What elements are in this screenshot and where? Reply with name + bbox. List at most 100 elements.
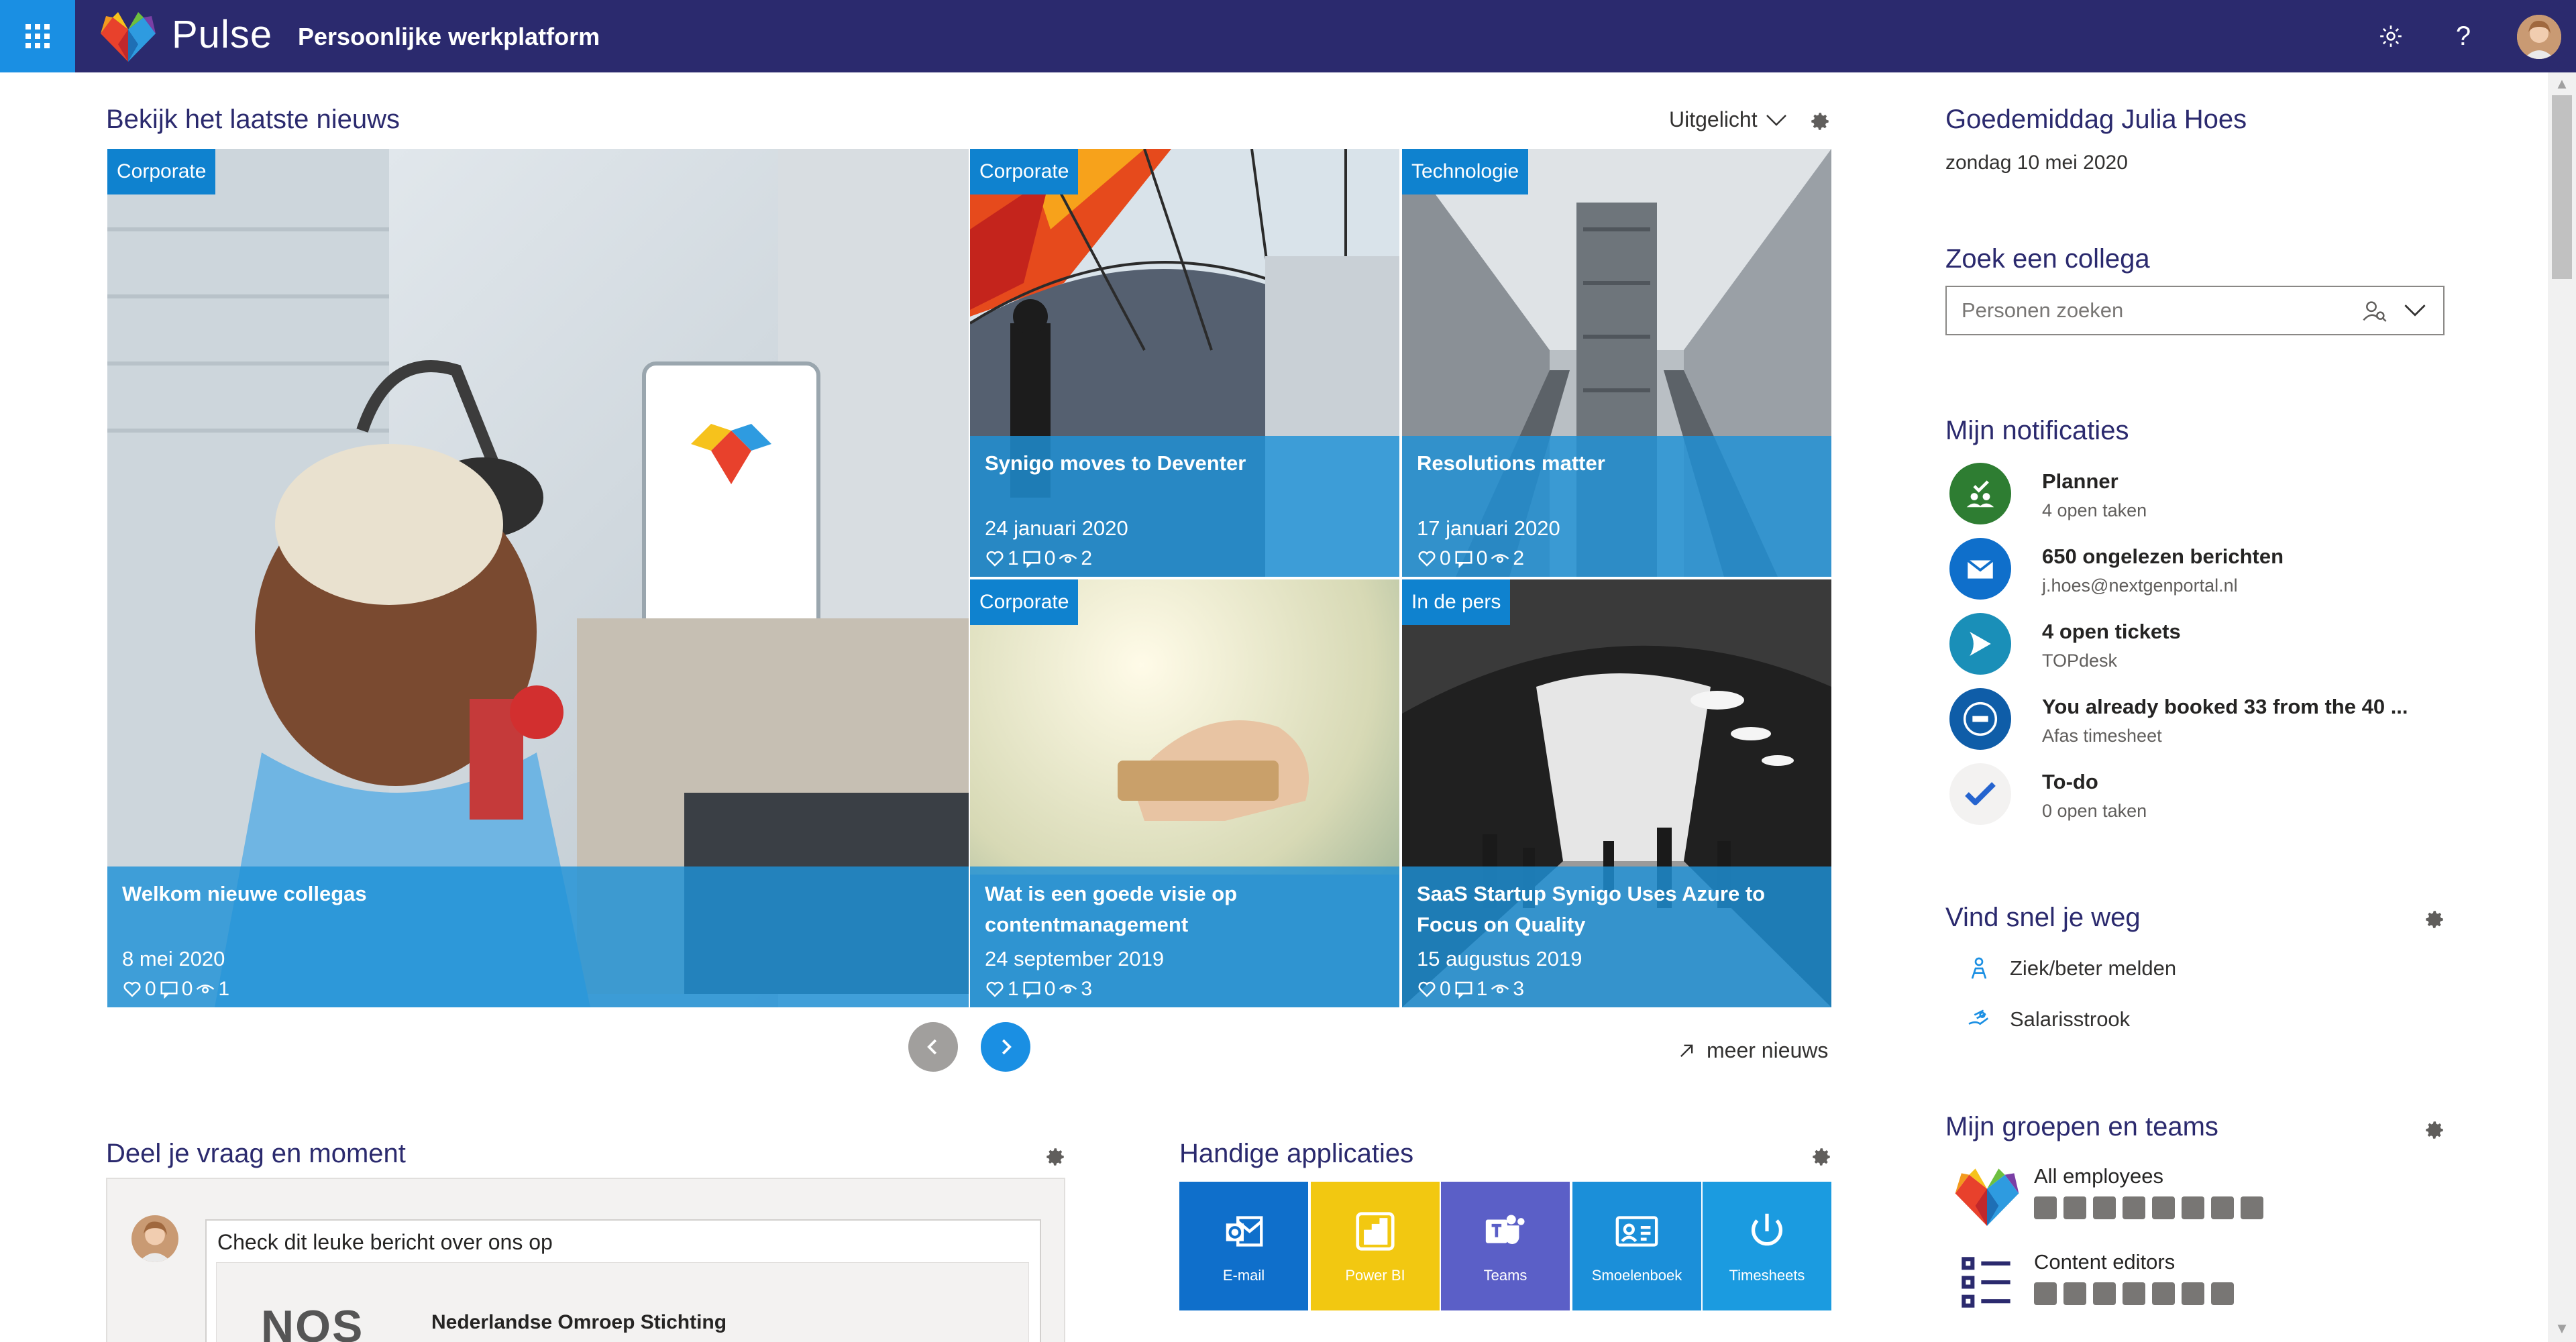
chevron-down-icon[interactable] — [2403, 300, 2427, 321]
help-button[interactable]: ? — [2446, 19, 2481, 54]
news-date: 15 augustus 2019 — [1417, 947, 1582, 970]
brand-name: Pulse — [172, 13, 273, 56]
settings-button[interactable] — [2373, 19, 2408, 54]
share-settings-gear-icon[interactable] — [1044, 1145, 1067, 1168]
pulse-heart-icon — [1955, 1168, 2019, 1226]
arrow-up-right-icon — [1680, 1044, 1693, 1057]
news-tile[interactable]: In de pers SaaS Startup Synigo Uses Azur… — [1402, 579, 1831, 1007]
comment-icon — [1455, 981, 1472, 999]
apps-settings-gear-icon[interactable] — [1810, 1145, 1833, 1168]
apps-heading: Handige applicaties — [1179, 1139, 1414, 1168]
eye-icon — [1059, 985, 1077, 994]
heart-icon — [1418, 981, 1436, 997]
chevron-down-icon — [1766, 114, 1786, 126]
waffle-icon — [25, 24, 50, 48]
news-tile[interactable]: Technologie Resolutions matter 17 januar… — [1402, 149, 1831, 577]
chevron-right-icon — [1002, 1039, 1012, 1055]
chat-icon[interactable] — [2063, 1282, 2086, 1305]
notification-todo[interactable]: To-do 0 open taken — [1949, 763, 2446, 837]
pulse-logo-icon[interactable] — [98, 9, 158, 63]
top-bar: Pulse Persoonlijke werkplatform ? — [0, 0, 2576, 72]
comments-count: 0 — [1044, 547, 1056, 569]
news-title[interactable]: Wat is een goede visie op contentmanagem… — [985, 879, 1385, 940]
members-icon[interactable] — [2123, 1282, 2145, 1305]
news-stats: 0 1 3 — [1417, 978, 1524, 1001]
news-title[interactable]: SaaS Startup Synigo Uses Azure to Focus … — [1417, 879, 1817, 940]
news-tile[interactable]: Corporate Wat is een goede visie op cont… — [970, 579, 1399, 1007]
group-all-employees[interactable]: All employees — [1952, 1162, 2449, 1242]
scroll-up-arrow-icon[interactable]: ▲ — [2553, 75, 2571, 93]
user-avatar[interactable] — [2517, 15, 2561, 59]
comments-count: 1 — [1476, 978, 1488, 1000]
app-tile-timesheets[interactable]: Timesheets — [1703, 1182, 1831, 1310]
app-launcher-button[interactable] — [0, 0, 75, 72]
afas-icon — [1949, 688, 2011, 750]
share-post[interactable]: Check dit leuke bericht over ons op NOS … — [205, 1219, 1041, 1342]
news-date: 8 mei 2020 — [122, 947, 225, 970]
quicklink-payslip[interactable]: Salarisstrook — [1966, 1006, 2130, 1033]
news-stats: 1 0 3 — [985, 978, 1092, 1001]
news-settings-gear-icon[interactable] — [1809, 110, 1831, 133]
quicklinks-settings-gear-icon[interactable] — [2423, 908, 2446, 931]
person-search-icon[interactable] — [2361, 298, 2388, 325]
sharepoint-icon[interactable] — [2241, 1196, 2263, 1219]
next-news-button[interactable] — [981, 1022, 1030, 1072]
chat-icon[interactable] — [2093, 1196, 2116, 1219]
app-label: Timesheets — [1729, 1267, 1805, 1284]
groups-heading: Mijn groepen en teams — [1945, 1112, 2218, 1141]
app-tile-teams[interactable]: Teams — [1441, 1182, 1570, 1310]
nos-logo: NOS — [261, 1301, 364, 1342]
news-overlay: Wat is een goede visie op contentmanagem… — [970, 866, 1399, 1007]
group-name: Content editors — [2034, 1250, 2176, 1274]
groups-settings-gear-icon[interactable] — [2423, 1119, 2446, 1141]
news-tag[interactable]: Technologie — [1402, 149, 1529, 194]
teams-icon[interactable] — [2034, 1196, 2057, 1219]
quicklink-label: Salarisstrook — [2010, 1007, 2131, 1031]
app-tile-smoelenboek[interactable]: Smoelenboek — [1572, 1182, 1701, 1310]
news-tag[interactable]: Corporate — [970, 579, 1079, 625]
views-count: 3 — [1513, 978, 1525, 1000]
news-tile-featured[interactable]: Corporate Welkom nieuwe collegas 8 mei 2… — [107, 149, 969, 1007]
news-title[interactable]: Resolutions matter — [1417, 448, 1817, 479]
news-title[interactable]: Synigo moves to Deventer — [985, 448, 1385, 479]
app-tile-email[interactable]: E-mail — [1179, 1182, 1308, 1310]
onenote-icon[interactable] — [2182, 1196, 2204, 1219]
comment-icon — [1023, 981, 1040, 999]
scroll-down-arrow-icon[interactable]: ▼ — [2553, 1320, 2571, 1337]
notification-planner[interactable]: Planner 4 open taken — [1949, 463, 2446, 537]
app-tile-powerbi[interactable]: Power BI — [1311, 1182, 1440, 1310]
news-tag[interactable]: In de pers — [1402, 579, 1511, 625]
sharepoint-icon[interactable] — [2211, 1282, 2234, 1305]
news-filter-dropdown[interactable]: Uitgelicht — [1669, 107, 1787, 132]
planner-icon[interactable] — [2182, 1282, 2204, 1305]
news-title[interactable]: Welkom nieuwe collegas — [122, 879, 954, 909]
onedrive-icon[interactable] — [2063, 1196, 2086, 1219]
news-overlay: Welkom nieuwe collegas 8 mei 2020 0 0 1 — [107, 866, 969, 1007]
views-count: 3 — [1081, 978, 1093, 1000]
news-tag[interactable]: Corporate — [107, 149, 216, 194]
scrollbar-thumb[interactable] — [2552, 95, 2572, 279]
notification-title: Planner — [2042, 469, 2118, 493]
comments-count: 0 — [181, 978, 193, 1000]
calendar-icon[interactable] — [2093, 1282, 2116, 1305]
link-preview[interactable]: NOS Nederlandse Omroep Stichting — [216, 1262, 1029, 1342]
group-content-editors[interactable]: Content editors — [1952, 1247, 2449, 1328]
notification-afas[interactable]: You already booked 33 from the 40 ... Af… — [1949, 688, 2446, 762]
members-icon[interactable] — [2152, 1196, 2175, 1219]
more-news-link[interactable]: meer nieuws — [1677, 1038, 1828, 1063]
previous-news-button[interactable] — [908, 1022, 958, 1072]
people-search-input[interactable] — [1947, 287, 2349, 334]
eye-icon — [197, 985, 215, 994]
onedrive-icon[interactable] — [2034, 1282, 2057, 1305]
question-mark-icon: ? — [2455, 21, 2471, 51]
news-tag[interactable]: Corporate — [970, 149, 1079, 194]
share-author-avatar — [131, 1215, 178, 1262]
notification-topdesk[interactable]: 4 open tickets TOPdesk — [1949, 613, 2446, 687]
news-date: 24 januari 2020 — [985, 516, 1128, 540]
news-tile[interactable]: Corporate Synigo moves to Deventer 24 ja… — [970, 149, 1399, 577]
quicklink-sick-report[interactable]: Ziek/beter melden — [1966, 955, 2176, 982]
calendar-icon[interactable] — [2123, 1196, 2145, 1219]
planner-icon[interactable] — [2211, 1196, 2234, 1219]
notification-mail[interactable]: 650 ongelezen berichten j.hoes@nextgenpo… — [1949, 538, 2446, 612]
onenote-icon[interactable] — [2152, 1282, 2175, 1305]
